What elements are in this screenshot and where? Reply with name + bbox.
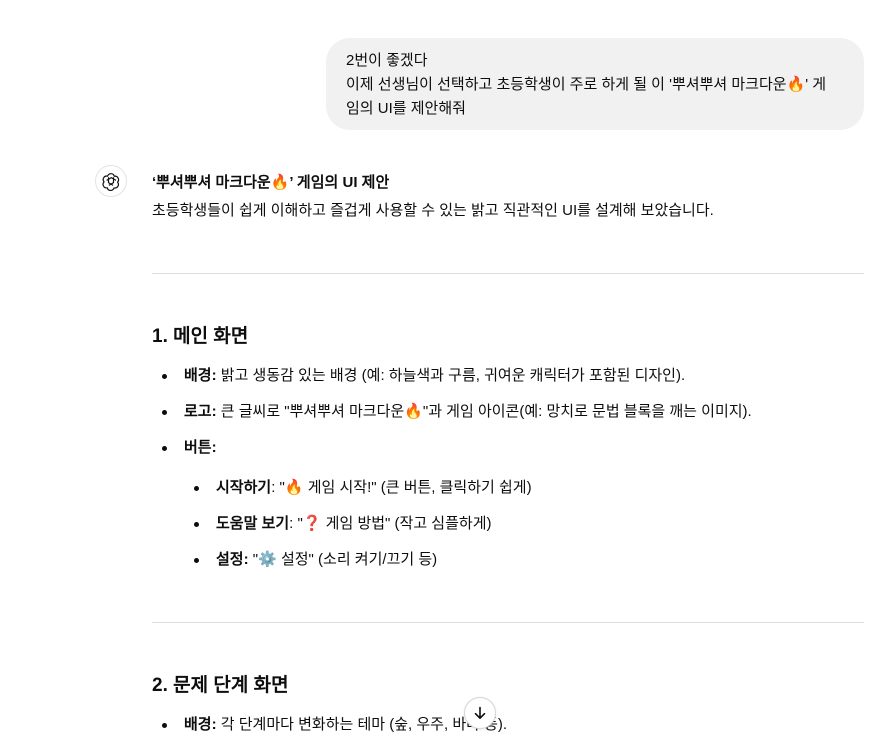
list-item-text: 밝고 생동감 있는 배경 (예: 하늘색과 구름, 귀여운 캐릭터가 포함된 디… [216,367,686,384]
section-title: 2. 문제 단계 화면 [152,675,289,696]
list-item-label: 로고: [184,403,217,420]
openai-logo-icon [95,165,127,197]
bullet [162,410,167,415]
arrow-down-icon [474,706,486,719]
response-intro: 초등학생들이 쉽게 이해하고 즐겁게 사용할 수 있는 밝고 직관적인 UI를 … [152,202,714,219]
bullet [162,723,167,728]
list-item-text: : "❓ 게임 방법" (작고 심플하게) [289,515,492,532]
bullet [162,374,167,379]
list-item-label: 설정: [216,551,249,568]
bullet [162,446,167,451]
sub-list-item: 설정: "⚙️ 설정" (소리 켜기/끄기 등) [184,548,437,572]
list-item-text: 큰 글씨로 "뿌셔뿌셔 마크다운🔥"과 게임 아이콘(예: 망치로 문법 블록을… [216,403,752,420]
response-title: ‘뿌셔뿌셔 마크다운🔥’ 게임의 UI 제안 [152,174,390,191]
list-item-label: 배경: [184,367,217,384]
list-item: 배경: 밝고 생동감 있는 배경 (예: 하늘색과 구름, 귀여운 캐릭터가 포… [152,364,685,388]
sub-list-item: 시작하기: "🔥 게임 시작!" (큰 버튼, 클릭하기 쉽게) [184,476,532,500]
bullet [194,486,199,491]
list-item: 배경: 각 단계마다 변화하는 테마 (숲, 우주, 바다 등). [152,713,507,737]
list-item: 버튼: [152,436,217,460]
user-message-line: 이제 선생님이 선택하고 초등학생이 주로 하게 될 이 '뿌셔뿌셔 마크다운🔥… [346,76,827,93]
list-item-text: 각 단계마다 변화하는 테마 (숲, 우주, 바다 등). [216,716,508,733]
list-item: 로고: 큰 글씨로 "뿌셔뿌셔 마크다운🔥"과 게임 아이콘(예: 망치로 문법… [152,400,752,424]
bullet [194,522,199,527]
divider [152,273,864,274]
list-item-label: 시작하기 [216,479,272,496]
divider [152,622,864,623]
bullet [194,558,199,563]
list-item-label: 배경: [184,716,217,733]
list-item-label: 버튼: [184,439,217,456]
sub-list-item: 도움말 보기: "❓ 게임 방법" (작고 심플하게) [184,512,492,536]
chat-page: 2번이 좋겠다 이제 선생님이 선택하고 초등학생이 주로 하게 될 이 '뿌셔… [0,0,896,742]
scroll-to-bottom-button[interactable] [464,697,496,729]
section-title: 1. 메인 화면 [152,326,249,347]
user-message-line: 임의 UI를 제안해줘 [346,100,466,117]
list-item-text: : "🔥 게임 시작!" (큰 버튼, 클릭하기 쉽게) [271,479,532,496]
list-item-label: 도움말 보기 [216,515,290,532]
user-message-bubble: 2번이 좋겠다 이제 선생님이 선택하고 초등학생이 주로 하게 될 이 '뿌셔… [326,38,864,130]
list-item-text: "⚙️ 설정" (소리 켜기/끄기 등) [248,551,438,568]
user-message-line: 2번이 좋겠다 [346,52,428,69]
